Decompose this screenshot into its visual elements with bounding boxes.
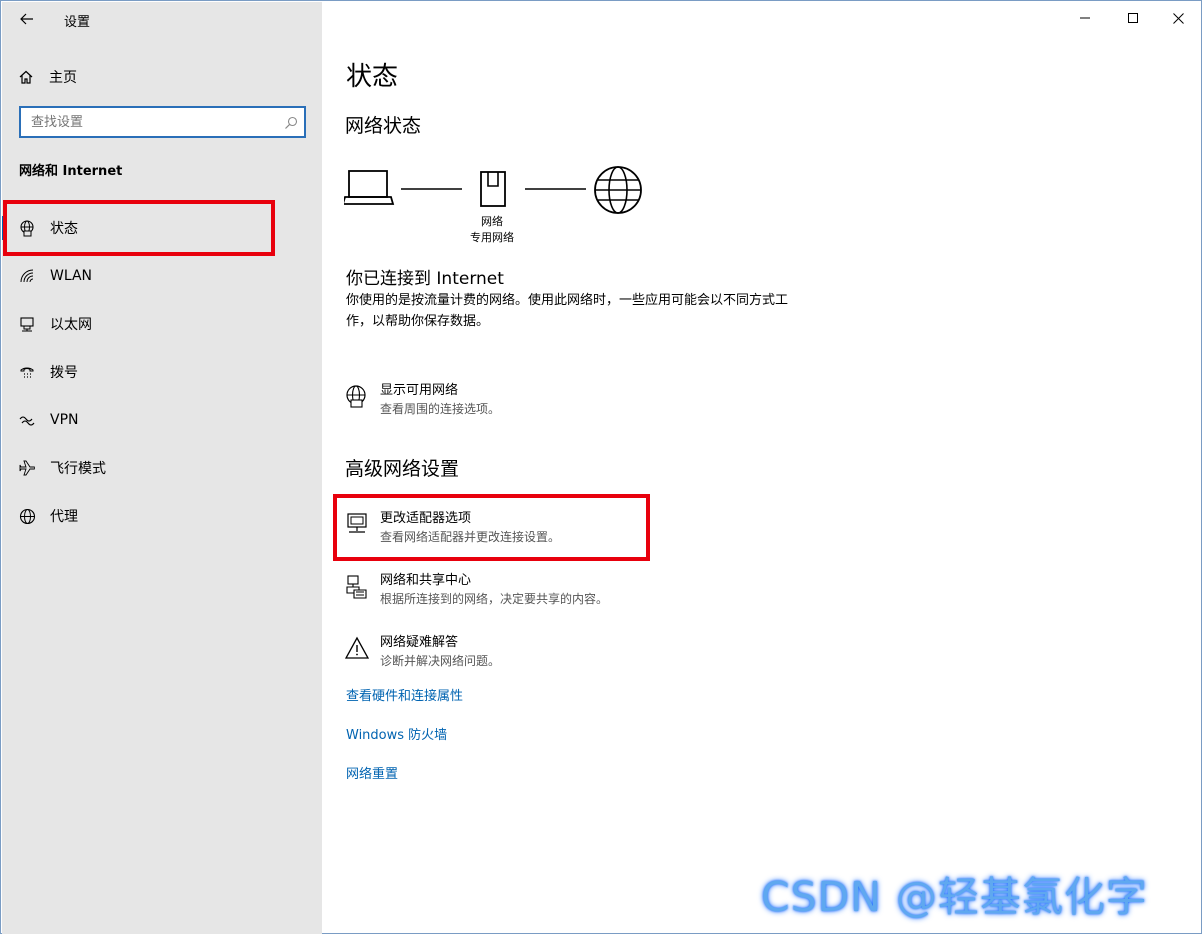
sidebar-item-dialup[interactable]: 拨号 (2, 348, 322, 396)
warning-icon (344, 634, 370, 662)
sidebar-item-label: WLAN (50, 268, 93, 284)
option-description: 查看周围的连接选项。 (380, 402, 501, 416)
ethernet-icon (18, 315, 36, 333)
sidebar-item-label: 以太网 (50, 317, 92, 333)
airplane-icon (18, 459, 36, 477)
sidebar-item-label: 飞行模式 (50, 461, 106, 477)
status-highlight-box (3, 200, 275, 256)
router-icon (480, 171, 506, 207)
home-label: 主页 (49, 70, 77, 86)
network-troubleshooter[interactable]: 网络疑难解答 诊断并解决网络问题。 (344, 634, 500, 670)
watermark: CSDN @轻基氯化字 (761, 873, 1148, 921)
settings-window: 设置 主页 网络和 Internet 状态 WLAN (0, 0, 1202, 934)
globe-icon (18, 507, 36, 525)
vpn-icon (18, 411, 36, 429)
search-icon[interactable] (284, 115, 298, 134)
network-sharing-center[interactable]: 网络和共享中心 根据所连接到的网络，决定要共享的内容。 (344, 572, 608, 608)
option-title: 网络疑难解答 (380, 635, 459, 650)
sidebar-item-wlan[interactable]: WLAN (2, 252, 322, 300)
sidebar-item-label: 拨号 (50, 365, 78, 381)
sidebar: 设置 主页 网络和 Internet 状态 WLAN (2, 2, 322, 934)
wifi-icon (18, 267, 36, 285)
back-button[interactable] (10, 4, 44, 34)
connected-description: 你使用的是按流量计费的网络。使用此网络时，一些应用可能会以不同方式工作，以帮助你… (346, 293, 789, 329)
search-input[interactable] (31, 113, 281, 131)
sidebar-item-vpn[interactable]: VPN (2, 396, 322, 444)
option-title: 网络和共享中心 (380, 573, 472, 588)
adapter-highlight-box (333, 494, 650, 561)
dialup-icon (18, 363, 36, 381)
network-type: 专用网络 (470, 231, 514, 244)
search-box[interactable] (19, 106, 306, 138)
option-title: 显示可用网络 (380, 383, 459, 398)
show-networks-option[interactable]: 显示可用网络 查看周围的连接选项。 (344, 382, 500, 418)
network-diagram (344, 166, 642, 214)
app-title: 设置 (64, 15, 91, 30)
network-reset-link[interactable]: 网络重置 (346, 763, 398, 782)
network-name: 网络 (481, 215, 503, 228)
globe-network-icon (344, 382, 370, 410)
advanced-settings-heading: 高级网络设置 (345, 458, 460, 480)
internet-globe-icon (594, 166, 642, 214)
network-status-heading: 网络状态 (345, 115, 422, 137)
section-title: 网络和 Internet (19, 164, 123, 179)
sidebar-item-airplane-mode[interactable]: 飞行模式 (2, 444, 322, 492)
connected-title: 你已连接到 Internet (346, 269, 504, 289)
page-title: 状态 (346, 62, 399, 92)
option-description: 根据所连接到的网络，决定要共享的内容。 (380, 592, 609, 606)
hardware-properties-link[interactable]: 查看硬件和连接属性 (346, 685, 463, 704)
back-arrow-icon (20, 13, 33, 25)
option-description: 诊断并解决网络问题。 (380, 654, 501, 668)
sidebar-item-label: VPN (50, 412, 79, 428)
network-label: 网络 专用网络 (456, 214, 528, 246)
home-link[interactable]: 主页 (18, 66, 77, 88)
main-content: 状态 网络状态 网络 专用网络 你已连接到 Internet 你使用的是按流量计… (322, 2, 1202, 934)
sidebar-item-label: 代理 (50, 509, 78, 525)
sharing-center-icon (344, 572, 370, 600)
home-icon (19, 70, 33, 84)
sidebar-item-ethernet[interactable]: 以太网 (2, 300, 322, 348)
laptop-icon (344, 170, 395, 205)
sidebar-item-proxy[interactable]: 代理 (2, 492, 322, 540)
windows-firewall-link[interactable]: Windows 防火墙 (346, 724, 447, 743)
